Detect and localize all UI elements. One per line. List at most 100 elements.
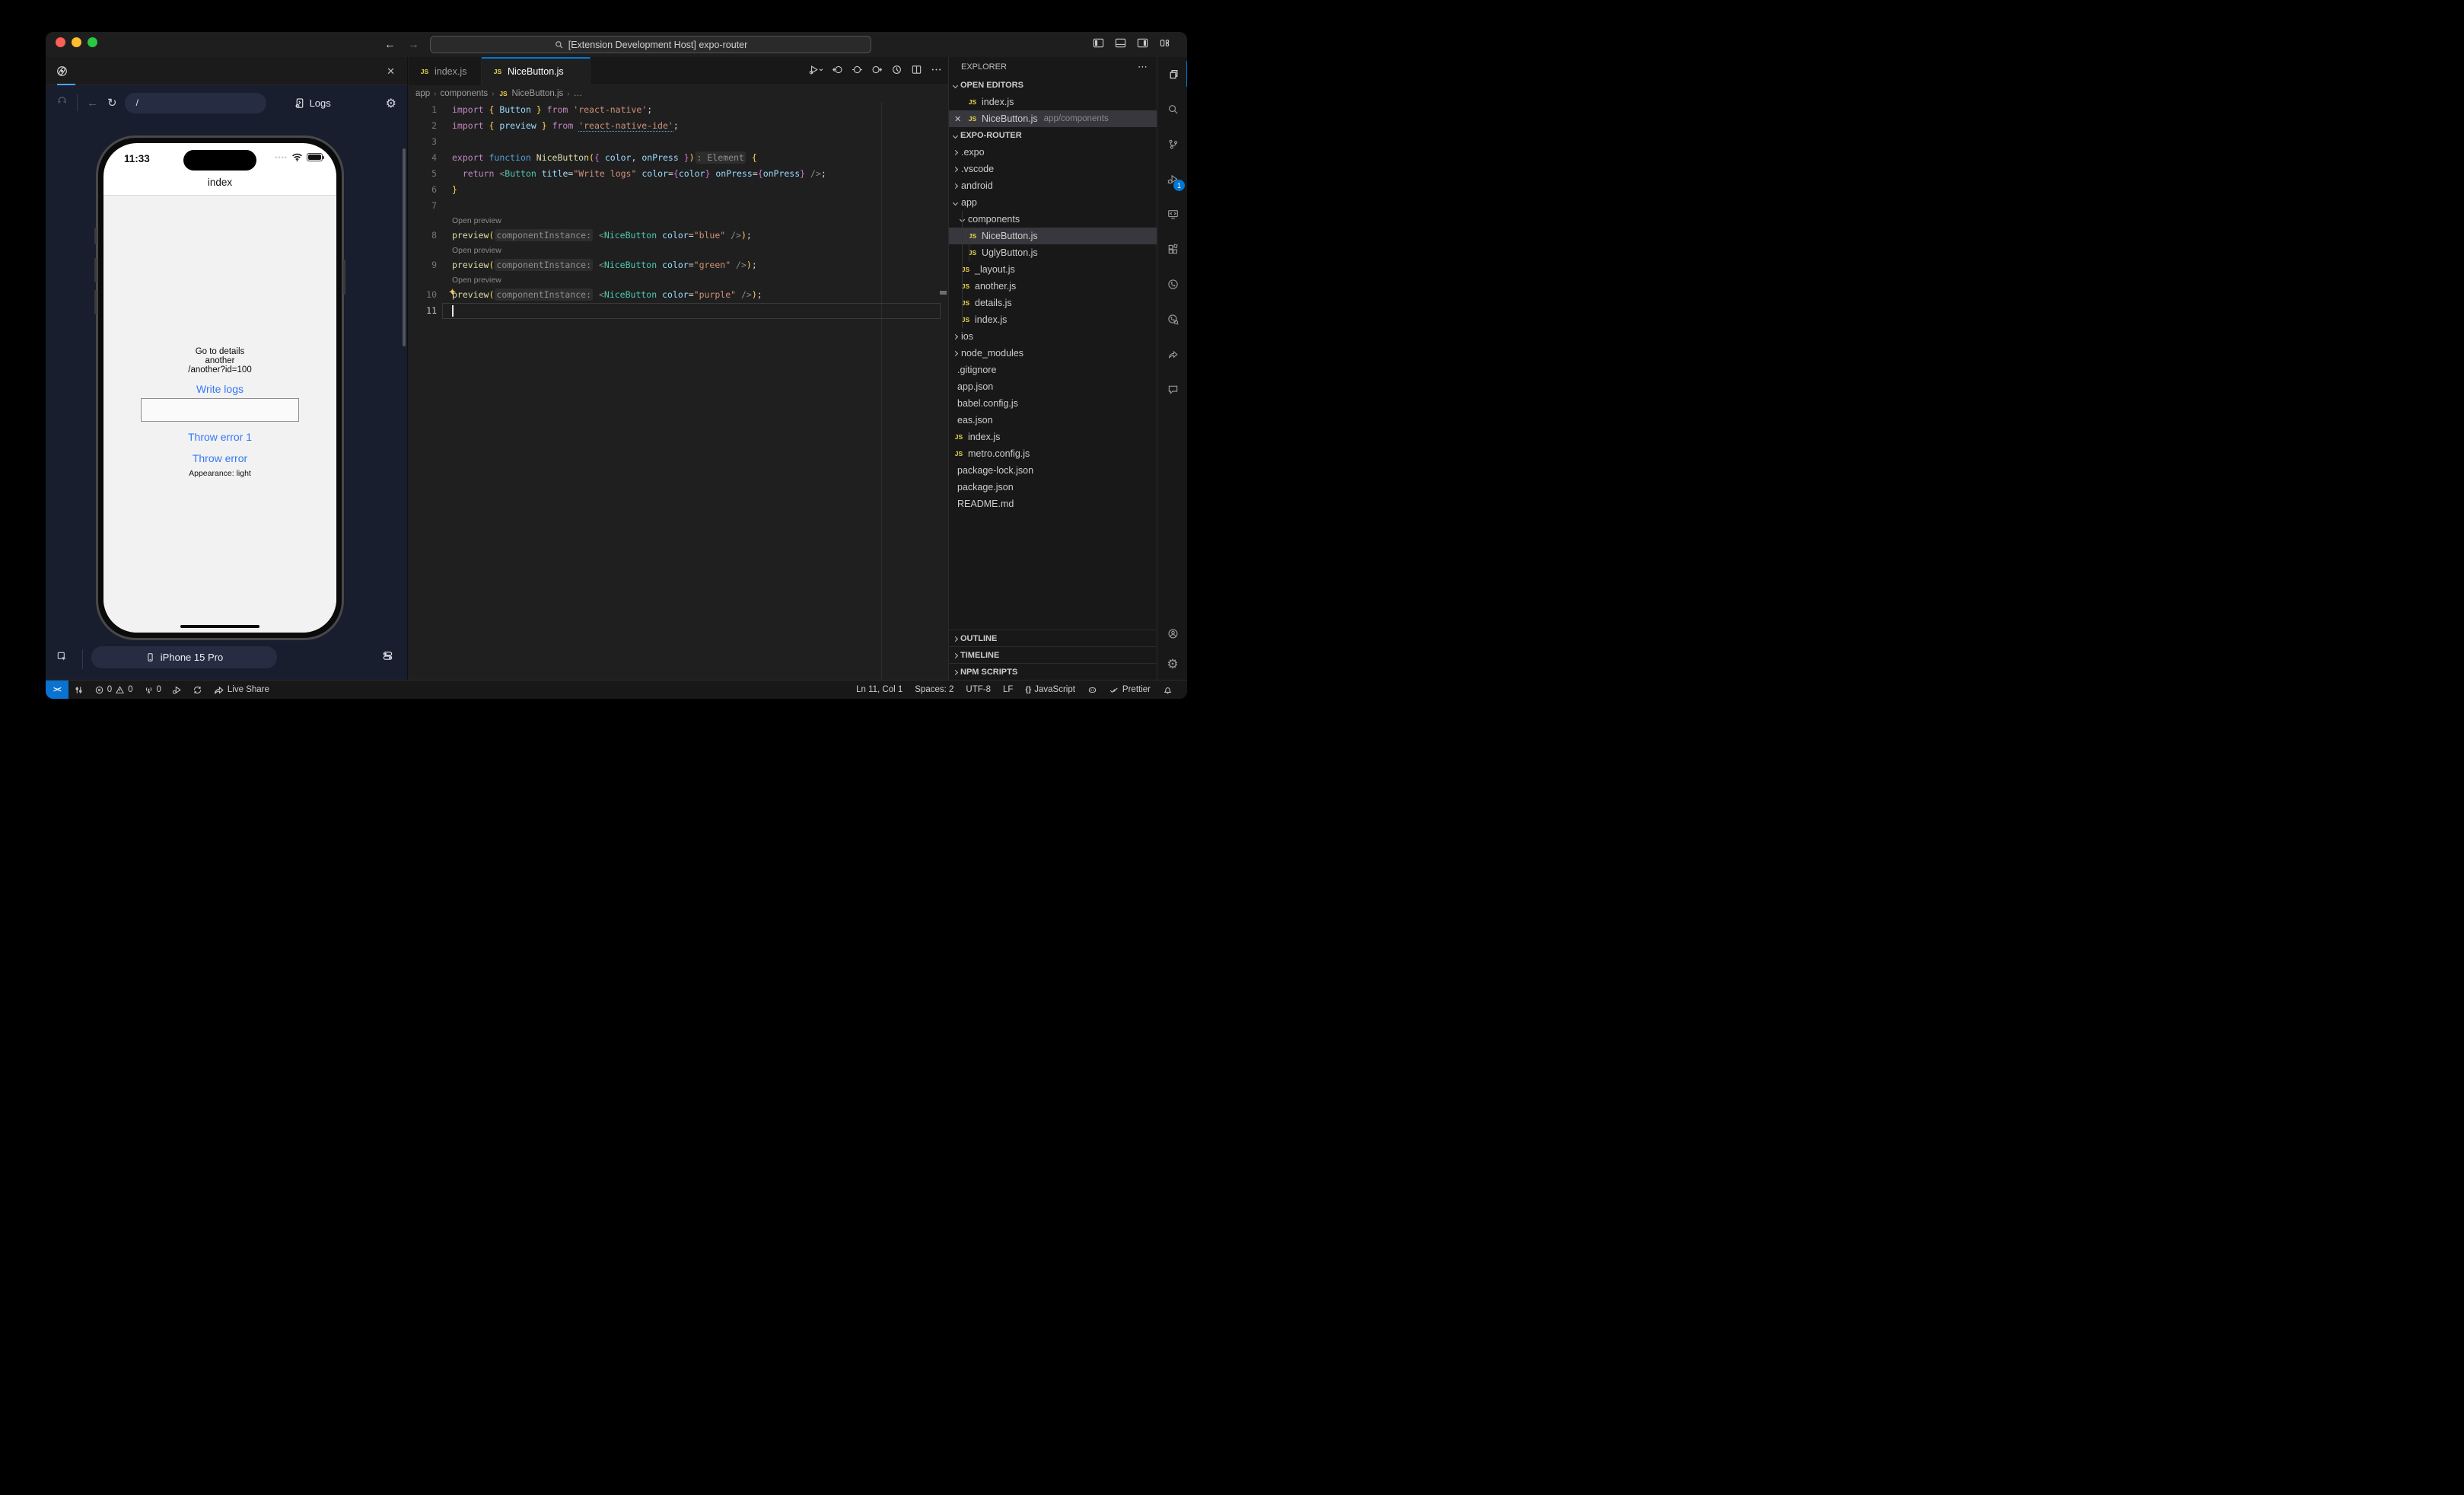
status-sync[interactable] xyxy=(187,681,208,699)
nav-back-icon[interactable]: ← xyxy=(87,97,98,110)
run-dropdown-icon[interactable] xyxy=(808,64,823,79)
status-tune[interactable] xyxy=(68,681,89,699)
status-remote[interactable]: >< xyxy=(46,681,68,699)
status-encoding[interactable]: UTF-8 xyxy=(960,681,996,699)
another-id-link[interactable]: /another?id=100 xyxy=(103,365,336,375)
activity-remote-explorer-icon[interactable] xyxy=(1157,199,1187,229)
activity-explorer-icon[interactable] xyxy=(1157,59,1187,89)
open-editor-index.js[interactable]: JSindex.js xyxy=(949,94,1157,110)
nav-back-icon[interactable] xyxy=(832,64,843,79)
status-notifications[interactable] xyxy=(1157,681,1178,699)
tree-item-_layout.js[interactable]: JS_layout.js xyxy=(949,261,1157,278)
quick-fix-lightbulb-icon[interactable]: ✦ xyxy=(448,285,457,301)
code-line-3[interactable]: 3 xyxy=(409,134,948,150)
tree-item-.expo[interactable]: .expo xyxy=(949,144,1157,161)
code-line-6[interactable]: 6 } xyxy=(409,182,948,198)
section-NPM SCRIPTS[interactable]: NPM SCRIPTS xyxy=(949,663,1157,680)
code-lens-open-preview[interactable]: Open preview xyxy=(409,244,948,257)
url-bar[interactable]: / xyxy=(125,93,266,113)
status-eol[interactable]: LF xyxy=(998,681,1018,699)
activity-extensions-icon[interactable] xyxy=(1157,234,1187,264)
go-to-details-link[interactable]: Go to details xyxy=(103,347,336,356)
tree-item-babel.config.js[interactable]: babel.config.js xyxy=(949,395,1157,412)
activity-settings-gear-icon[interactable]: ⚙ xyxy=(1157,649,1187,680)
status-copilot[interactable] xyxy=(1082,681,1103,699)
breadcrumb-item[interactable]: JSNiceButton.js xyxy=(498,89,564,98)
tree-item-.gitignore[interactable]: .gitignore xyxy=(949,362,1157,378)
status-debug[interactable] xyxy=(167,681,187,699)
tree-item-package.json[interactable]: package.json xyxy=(949,479,1157,496)
code-line-2[interactable]: 2 import { preview } from 'react-native-… xyxy=(409,118,948,134)
code-line-11[interactable]: 11 xyxy=(409,303,948,319)
status-indentation[interactable]: Spaces: 2 xyxy=(909,681,959,699)
close-editor-icon[interactable]: ✕ xyxy=(954,114,961,124)
split-icon[interactable] xyxy=(911,64,922,79)
panel-scrollbar[interactable] xyxy=(403,148,406,346)
logs-button[interactable]: Logs xyxy=(294,97,331,109)
status-ports[interactable]: 0 xyxy=(138,681,167,699)
tab-NiceButton.js[interactable]: JS NiceButton.js xyxy=(482,57,591,85)
code-lens-open-preview[interactable]: Open preview xyxy=(409,273,948,287)
command-center[interactable]: [Extension Development Host] expo-router xyxy=(430,36,871,53)
code-line-1[interactable]: 1 import { Button } from 'react-native'; xyxy=(409,102,948,118)
tree-item-components[interactable]: components xyxy=(949,211,1157,228)
breadcrumb[interactable]: app›components›JSNiceButton.js›… xyxy=(409,85,948,102)
device-settings-toggles-icon[interactable] xyxy=(382,650,393,665)
code-lens-open-preview[interactable]: Open preview xyxy=(409,214,948,228)
throw-error-1-button[interactable]: Throw error 1 xyxy=(103,431,336,443)
activity-search-icon[interactable] xyxy=(1157,94,1187,124)
activity-commit-graph-icon[interactable] xyxy=(1157,269,1187,299)
nav-forward-icon[interactable] xyxy=(871,64,883,79)
code-editor[interactable]: 1 import { Button } from 'react-native';… xyxy=(409,102,948,680)
device-selector[interactable]: iPhone 15 Pro xyxy=(91,646,277,668)
layout-custom-icon[interactable] xyxy=(1159,37,1170,53)
more-icon[interactable] xyxy=(931,64,942,79)
tree-item-details.js[interactable]: JSdetails.js xyxy=(949,295,1157,311)
tree-item-README.md[interactable]: README.md xyxy=(949,496,1157,512)
explorer-more-actions-icon[interactable]: ⋯ xyxy=(1138,61,1148,73)
panel-left-icon[interactable] xyxy=(1093,37,1104,53)
section-TIMELINE[interactable]: TIMELINE xyxy=(949,646,1157,663)
tree-item-NiceButton.js[interactable]: JSNiceButton.js xyxy=(949,228,1157,244)
tree-item-android[interactable]: android xyxy=(949,177,1157,194)
panel-bottom-icon[interactable] xyxy=(1115,37,1126,53)
close-window-button[interactable] xyxy=(56,37,65,47)
tree-item-ios[interactable]: ios xyxy=(949,328,1157,345)
activity-source-control-icon[interactable] xyxy=(1157,129,1187,159)
tree-item-eas.json[interactable]: eas.json xyxy=(949,412,1157,429)
open-editors-header[interactable]: OPEN EDITORS xyxy=(949,77,1157,94)
text-input[interactable] xyxy=(141,398,299,422)
status-live-share[interactable]: Live Share xyxy=(208,681,275,699)
close-panel-icon[interactable]: ✕ xyxy=(387,57,395,85)
tree-item-index.js[interactable]: JSindex.js xyxy=(949,311,1157,328)
another-link[interactable]: another xyxy=(103,356,336,365)
panel-right-icon[interactable] xyxy=(1137,37,1148,53)
code-line-9[interactable]: 9 preview(componentInstance: <NiceButton… xyxy=(409,257,948,273)
status-cursor-position[interactable]: Ln 11, Col 1 xyxy=(851,681,908,699)
throw-error-button[interactable]: Throw error xyxy=(103,452,336,464)
history-forward-icon[interactable]: → xyxy=(408,38,419,51)
code-line-10[interactable]: 10 ✦ preview(componentInstance: <NiceBut… xyxy=(409,287,948,303)
code-line-8[interactable]: 8 preview(componentInstance: <NiceButton… xyxy=(409,228,948,244)
code-line-7[interactable]: 7 xyxy=(409,198,948,214)
tree-item-metro.config.js[interactable]: JSmetro.config.js xyxy=(949,445,1157,462)
select-device-screen-icon[interactable] xyxy=(56,651,68,666)
breadcrumb-item[interactable]: … xyxy=(574,89,583,98)
tab-index.js[interactable]: JS index.js xyxy=(409,57,482,85)
reload-icon[interactable]: ↻ xyxy=(107,96,117,110)
project-section-header[interactable]: EXPO-ROUTER xyxy=(949,127,1157,144)
tree-item-another.js[interactable]: JSanother.js xyxy=(949,278,1157,295)
activity-share-icon[interactable] xyxy=(1157,339,1187,369)
status-formatter[interactable]: Prettier xyxy=(1104,681,1156,699)
tree-item-node_modules[interactable]: node_modules xyxy=(949,345,1157,362)
tree-item-.vscode[interactable]: .vscode xyxy=(949,161,1157,177)
history-back-icon[interactable]: ← xyxy=(384,38,396,51)
tree-item-package-lock.json[interactable]: package-lock.json xyxy=(949,462,1157,479)
maximize-window-button[interactable] xyxy=(88,37,97,47)
radon-ide-tab[interactable] xyxy=(50,57,73,85)
minimize-window-button[interactable] xyxy=(72,37,81,47)
tree-item-index.js[interactable]: JSindex.js xyxy=(949,429,1157,445)
open-editor-NiceButton.js[interactable]: ✕ JSNiceButton.jsapp/components xyxy=(949,110,1157,127)
activity-account-icon[interactable] xyxy=(1157,618,1187,649)
element-inspector-icon[interactable] xyxy=(56,95,68,110)
